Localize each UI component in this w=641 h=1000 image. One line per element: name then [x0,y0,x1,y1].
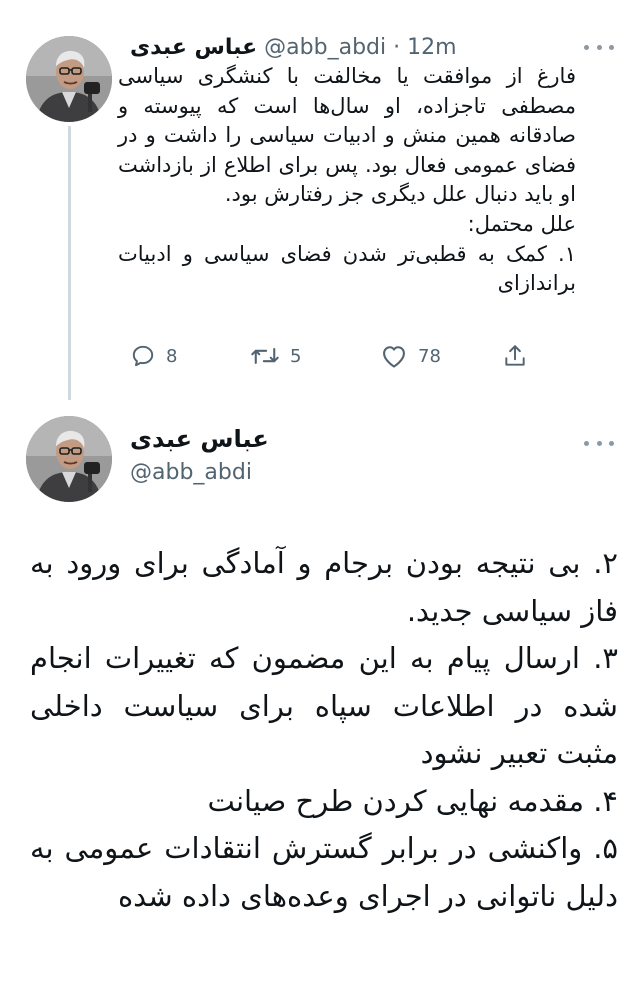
author-name[interactable]: عباس عبدی [130,422,269,456]
tweet-2-text: ۲. بی نتیجه بودن برجام و آمادگی برای ورو… [30,546,618,913]
reply-count: 8 [166,345,178,367]
author-avatar[interactable] [26,416,112,502]
more-horizontal-icon[interactable] [584,40,614,54]
thread-connector-line [68,126,71,400]
tweet-2[interactable]: عباس عبدی @abb_abdi ۲. بی نتیجه بودن برج… [0,400,641,1000]
like-heart-icon [383,346,405,368]
tweet-1-actions: 8 5 78 [130,338,550,374]
tweet-1-text: فارغ از موافقت یا مخالفت با کنشگری سیاسی… [118,64,576,296]
reply-button[interactable]: 8 [130,338,177,374]
more-horizontal-icon[interactable] [584,436,614,450]
retweet-button[interactable]: 5 [250,338,301,374]
tweet-1-header: عباس عبدی @abb_abdi · 12m [130,30,457,66]
author-handle[interactable]: @abb_abdi [130,458,252,488]
author-name[interactable]: عباس عبدی [130,35,257,60]
separator-dot: · [393,35,401,60]
author-handle[interactable]: @abb_abdi [264,35,386,60]
retweet-icon [251,348,279,364]
reply-icon [132,345,154,367]
tweet-timestamp[interactable]: 12m [407,35,456,60]
like-count: 78 [418,345,441,367]
retweet-count: 5 [290,345,302,367]
author-avatar[interactable] [26,36,112,122]
share-button[interactable] [502,338,538,374]
share-icon [505,345,525,366]
like-button[interactable]: 78 [380,338,441,374]
tweet-1[interactable]: عباس عبدی @abb_abdi · 12m فارغ از موافقت… [0,0,641,400]
